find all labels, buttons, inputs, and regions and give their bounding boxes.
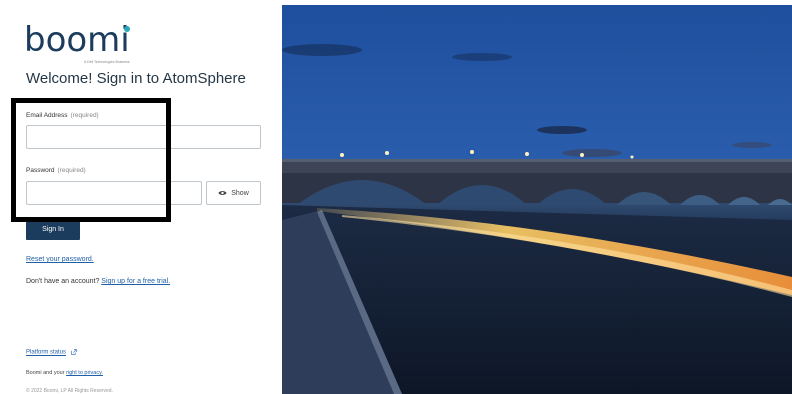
password-required-hint: (required)	[57, 167, 86, 174]
privacy-link[interactable]: right to privacy.	[66, 370, 103, 376]
email-field[interactable]	[26, 125, 261, 149]
boomi-logo: boomi A Dell Technologies Business	[24, 20, 164, 66]
no-account-text: Don't have an account?	[26, 278, 100, 285]
password-label-row: Password (required)	[26, 167, 86, 174]
email-required-hint: (required)	[70, 112, 99, 119]
show-password-button[interactable]: Show	[206, 181, 261, 205]
privacy-text: Boomi and your	[26, 370, 65, 376]
copyright-text: © 2022 Boomi, LP All Rights Reserved.	[26, 388, 113, 394]
email-label-row: Email Address (required)	[26, 112, 99, 119]
logo-accent-dot	[124, 26, 130, 32]
bridge-dusk-image	[282, 5, 792, 394]
login-panel: boomi A Dell Technologies Business Welco…	[0, 0, 282, 394]
platform-status-link[interactable]: Platform status	[26, 350, 66, 356]
background-photo	[282, 5, 792, 394]
reset-password-link[interactable]: Reset your password.	[26, 256, 94, 263]
external-link-icon	[70, 349, 77, 355]
logo-wordmark: boomi	[24, 20, 130, 60]
platform-status-row: Platform status	[26, 349, 77, 356]
email-label: Email Address	[26, 112, 68, 119]
signup-link[interactable]: Sign up for a free trial.	[101, 278, 170, 285]
show-password-label: Show	[231, 189, 249, 197]
password-label: Password	[26, 167, 55, 174]
eye-icon	[218, 191, 227, 195]
signup-prompt: Don't have an account? Sign up for a fre…	[26, 278, 170, 285]
password-field[interactable]	[26, 181, 202, 205]
login-page: boomi A Dell Technologies Business Welco…	[0, 0, 792, 394]
page-title: Welcome! Sign in to AtomSphere	[26, 70, 246, 87]
privacy-row: Boomi and your right to privacy.	[26, 370, 103, 376]
sign-in-button[interactable]: Sign In	[26, 218, 80, 240]
logo-tagline: A Dell Technologies Business	[84, 60, 130, 64]
